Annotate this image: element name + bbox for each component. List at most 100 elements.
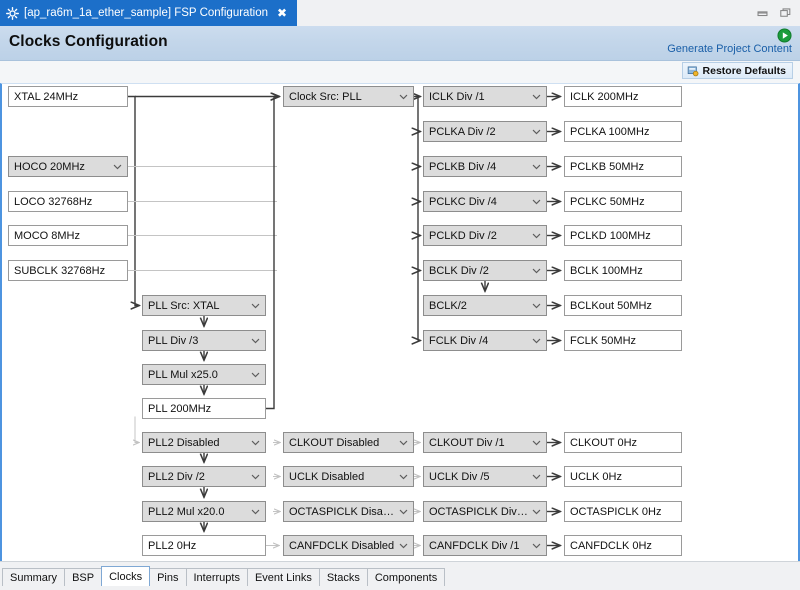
restore-defaults-button[interactable]: Restore Defaults	[681, 62, 793, 79]
bottom-tab-event-links[interactable]: Event Links	[246, 568, 320, 586]
chevron-down-icon	[251, 303, 260, 309]
node-label: UCLK Div /5	[429, 470, 490, 483]
pll-node-pllout[interactable]: PLL 200MHz	[142, 398, 266, 419]
peripheral-source-node-canfdsrc[interactable]: CANFDCLK Disabled	[283, 535, 414, 556]
node-label: CLKOUT Disabled	[289, 436, 380, 449]
chevron-down-icon	[113, 164, 122, 170]
bottom-tab-list[interactable]: Summary BSP Clocks Pins Interrupts Event Link…	[2, 566, 446, 586]
output-node-ofclk[interactable]: FCLK 50MHz	[564, 330, 682, 351]
divider-node-pclkc[interactable]: PCLKC Div /4	[423, 191, 547, 212]
chevron-down-icon	[532, 440, 541, 446]
node-label: MOCO 8MHz	[14, 229, 80, 242]
node-label: BCLK 100MHz	[570, 264, 643, 277]
editor-bottom-tabbar: Summary BSP Clocks Pins Interrupts Event Link…	[0, 561, 800, 590]
bottom-tab-components[interactable]: Components	[366, 568, 446, 586]
pll-node-plldiv[interactable]: PLL Div /3	[142, 330, 266, 351]
divider-node-iclk[interactable]: ICLK Div /1	[423, 86, 547, 107]
clock-source-node-hoco[interactable]: HOCO 20MHz	[8, 156, 128, 177]
editor-tab-title: [ap_ra6m_1a_ether_sample] FSP Configurat…	[24, 7, 268, 19]
bottom-tab-interrupts[interactable]: Interrupts	[185, 568, 248, 586]
pll2-node-pll2div[interactable]: PLL2 Div /2	[142, 466, 266, 487]
chevron-down-icon	[532, 94, 541, 100]
chevron-down-icon	[251, 474, 260, 480]
peripheral-divider-node-octaspicdiv[interactable]: OCTASPICLK Div /1	[423, 501, 547, 522]
generate-project-content-action[interactable]: Generate Project Content	[667, 28, 792, 55]
node-label: BCLK/2	[429, 299, 467, 312]
node-label: PCLKC 50MHz	[570, 195, 645, 208]
clock-source-node-xtal[interactable]: XTAL 24MHz	[8, 86, 128, 107]
node-label: FCLK Div /4	[429, 334, 489, 347]
peripheral-divider-node-clkoutdiv[interactable]: CLKOUT Div /1	[423, 432, 547, 453]
node-label: ICLK 200MHz	[570, 90, 639, 103]
chevron-down-icon	[399, 440, 408, 446]
clock-src-node-clksrc[interactable]: Clock Src: PLL	[283, 86, 414, 107]
node-label: CLKOUT 0Hz	[570, 436, 638, 449]
chevron-down-icon	[532, 233, 541, 239]
node-label: PCLKA 100MHz	[570, 125, 650, 138]
bottom-tab-bsp[interactable]: BSP	[64, 568, 103, 586]
pll-node-pllmul[interactable]: PLL Mul x25.0	[142, 364, 266, 385]
editor-tab-fsp-configuration[interactable]: [ap_ra6m_1a_ether_sample] FSP Configurat…	[0, 0, 297, 26]
divider-node-bclk[interactable]: BCLK Div /2	[423, 260, 547, 281]
node-label: OCTASPICLK Disabled	[289, 505, 395, 518]
chevron-down-icon	[532, 164, 541, 170]
chevron-down-icon	[532, 303, 541, 309]
divider-node-bclkd2[interactable]: BCLK/2	[423, 295, 547, 316]
clock-source-node-loco[interactable]: LOCO 32768Hz	[8, 191, 128, 212]
chevron-down-icon	[532, 543, 541, 549]
bottom-tab-summary[interactable]: Summary	[2, 568, 66, 586]
node-label: PLL2 Mul x20.0	[148, 505, 225, 518]
chevron-down-icon	[251, 509, 260, 515]
peripheral-source-node-octaspicsrc[interactable]: OCTASPICLK Disabled	[283, 501, 414, 522]
clock-source-node-moco[interactable]: MOCO 8MHz	[8, 225, 128, 246]
pll2-node-pll2out[interactable]: PLL2 0Hz	[142, 535, 266, 556]
generate-project-content-label: Generate Project Content	[667, 43, 792, 55]
node-label: PCLKB Div /4	[429, 160, 497, 173]
node-label: XTAL 24MHz	[14, 90, 79, 103]
peripheral-divider-node-uclkdiv[interactable]: UCLK Div /5	[423, 466, 547, 487]
node-label: CLKOUT Div /1	[429, 436, 505, 449]
output-node-oiclk[interactable]: ICLK 200MHz	[564, 86, 682, 107]
node-label: PLL2 0Hz	[148, 539, 197, 552]
divider-node-pclkd[interactable]: PCLKD Div /2	[423, 225, 547, 246]
peripheral-output-node-ouclk[interactable]: UCLK 0Hz	[564, 466, 682, 487]
node-label: Clock Src: PLL	[289, 90, 362, 103]
peripheral-source-node-uclksrc[interactable]: UCLK Disabled	[283, 466, 414, 487]
node-label: SUBCLK 32768Hz	[14, 264, 106, 277]
node-label: LOCO 32768Hz	[14, 195, 93, 208]
clock-source-node-subclk[interactable]: SUBCLK 32768Hz	[8, 260, 128, 281]
node-label: BCLK Div /2	[429, 264, 489, 277]
output-node-obclk[interactable]: BCLK 100MHz	[564, 260, 682, 281]
close-icon[interactable]: ✖	[277, 7, 287, 19]
bottom-tab-clocks[interactable]: Clocks	[101, 566, 151, 586]
node-label: PCLKD Div /2	[429, 229, 497, 242]
peripheral-output-node-ocanfd[interactable]: CANFDCLK 0Hz	[564, 535, 682, 556]
peripheral-output-node-oclkout[interactable]: CLKOUT 0Hz	[564, 432, 682, 453]
gear-icon	[6, 6, 19, 20]
divider-node-pclkb[interactable]: PCLKB Div /4	[423, 156, 547, 177]
bottom-tab-stacks[interactable]: Stacks	[318, 568, 368, 586]
chevron-down-icon	[532, 199, 541, 205]
bottom-tab-pins[interactable]: Pins	[149, 568, 187, 586]
maximize-restore-icon[interactable]	[779, 7, 792, 20]
node-label: BCLKout 50MHz	[570, 299, 652, 312]
output-node-opclkd[interactable]: PCLKD 100MHz	[564, 225, 682, 246]
output-node-opclka[interactable]: PCLKA 100MHz	[564, 121, 682, 142]
peripheral-divider-node-canfddiv[interactable]: CANFDCLK Div /1	[423, 535, 547, 556]
pll-node-pllsrc[interactable]: PLL Src: XTAL	[142, 295, 266, 316]
clocks-diagram-canvas[interactable]: XTAL 24MHz HOCO 20MHz LOCO 32768Hz MOCO 8MH…	[0, 83, 800, 561]
pll2-node-pll2src[interactable]: PLL2 Disabled	[142, 432, 266, 453]
peripheral-source-node-clkoutsrc[interactable]: CLKOUT Disabled	[283, 432, 414, 453]
page-title: Clocks Configuration	[9, 33, 168, 50]
peripheral-output-node-ooctaspic[interactable]: OCTASPICLK 0Hz	[564, 501, 682, 522]
divider-node-pclka[interactable]: PCLKA Div /2	[423, 121, 547, 142]
pll2-node-pll2mul[interactable]: PLL2 Mul x20.0	[142, 501, 266, 522]
output-node-opclkb[interactable]: PCLKB 50MHz	[564, 156, 682, 177]
divider-node-fclk[interactable]: FCLK Div /4	[423, 330, 547, 351]
minimize-icon[interactable]	[756, 7, 769, 20]
chevron-down-icon	[399, 543, 408, 549]
output-node-opclkc[interactable]: PCLKC 50MHz	[564, 191, 682, 212]
output-node-obclkout[interactable]: BCLKout 50MHz	[564, 295, 682, 316]
node-label: PCLKD 100MHz	[570, 229, 651, 242]
chevron-down-icon	[532, 268, 541, 274]
